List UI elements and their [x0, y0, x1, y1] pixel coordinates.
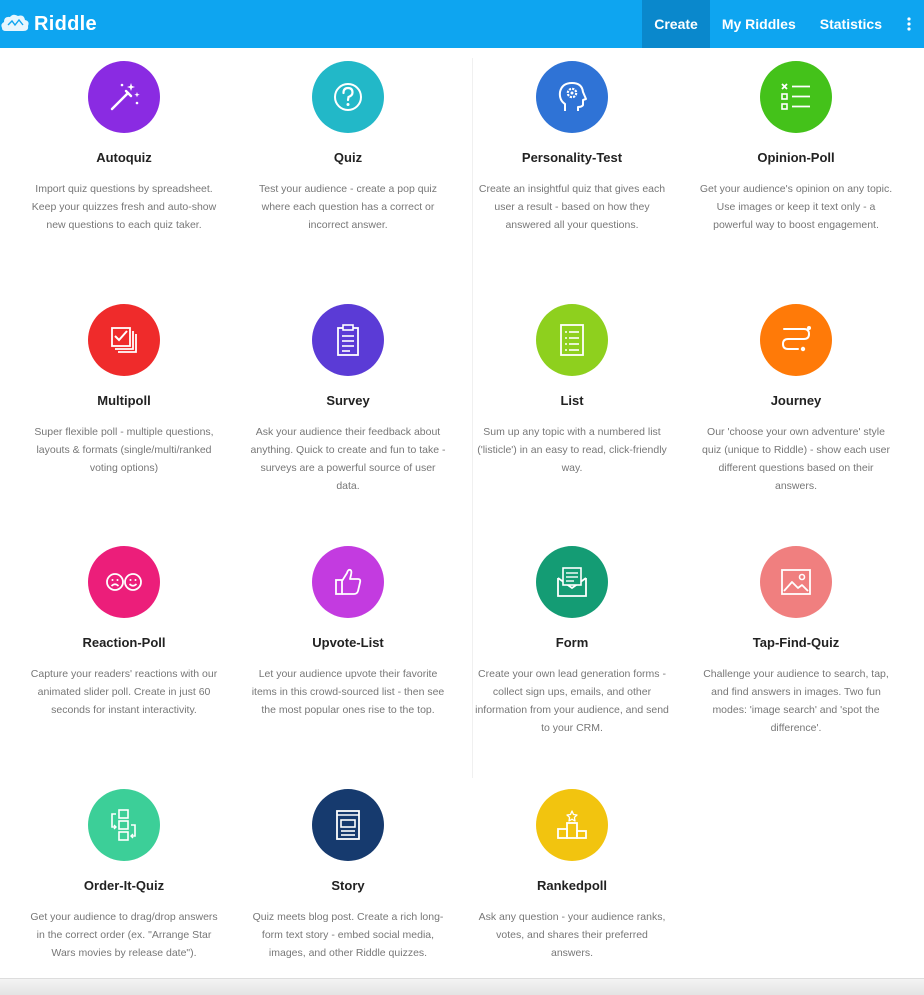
- list-document-icon: [560, 324, 584, 356]
- clipboard-icon: [337, 324, 359, 356]
- head-gear-icon: [558, 82, 587, 111]
- card-autoquiz[interactable]: Autoquiz Import quiz questions by spread…: [26, 61, 222, 234]
- autoquiz-icon-circle: [88, 61, 160, 133]
- reorder-icon: [111, 809, 136, 841]
- checklist-icon: [781, 83, 810, 110]
- card-description: Sum up any topic with a numbered list ('…: [477, 426, 667, 474]
- card-title: Reaction-Poll: [82, 635, 166, 650]
- card-description: Quiz meets blog post. Create a rich long…: [252, 911, 444, 959]
- card-title: Journey: [770, 393, 822, 408]
- card-title: List: [560, 393, 584, 408]
- card-list[interactable]: List Sum up any topic with a numbered li…: [474, 304, 670, 477]
- card-title: Order-It-Quiz: [83, 878, 165, 893]
- riddle-type-grid: Autoquiz Import quiz questions by spread…: [0, 48, 924, 978]
- card-rankedpoll[interactable]: Rankedpoll Ask any question - your audie…: [474, 789, 670, 962]
- column-divider: [472, 58, 473, 778]
- card-title: Quiz: [333, 150, 363, 165]
- card-title: Tap-Find-Quiz: [752, 635, 840, 650]
- reaction-icon-circle: [88, 546, 160, 618]
- opinion-icon-circle: [760, 61, 832, 133]
- magic-wand-icon: [110, 83, 140, 111]
- card-title: Personality-Test: [521, 150, 623, 165]
- card-title: Autoquiz: [96, 150, 152, 165]
- card-title: Form: [555, 635, 589, 650]
- brand[interactable]: Riddle: [0, 0, 97, 48]
- card-journey[interactable]: Journey Our 'choose your own adventure' …: [698, 304, 894, 495]
- stacked-checkbox-icon: [111, 327, 137, 353]
- card-description: Let your audience upvote their favorite …: [251, 668, 445, 716]
- rankedpoll-icon-circle: [536, 789, 608, 861]
- nav-statistics[interactable]: Statistics: [808, 0, 894, 48]
- card-description: Our 'choose your own adventure' style qu…: [702, 426, 890, 492]
- card-description: Get your audience's opinion on any topic…: [699, 183, 893, 231]
- podium-icon: [557, 810, 587, 839]
- riddle-logo-icon: [1, 14, 29, 31]
- book-icon: [336, 810, 360, 840]
- card-title: Story: [331, 878, 365, 893]
- card-description: Challenge your audience to search, tap, …: [703, 668, 889, 734]
- image-icon: [781, 569, 811, 595]
- thumbs-up-icon: [335, 568, 362, 595]
- vertical-dots-icon: [907, 17, 911, 31]
- card-title: Survey: [326, 393, 370, 408]
- card-tap-find-quiz[interactable]: Tap-Find-Quiz Challenge your audience to…: [698, 546, 894, 737]
- card-survey[interactable]: Survey Ask your audience their feedback …: [250, 304, 446, 495]
- card-story[interactable]: Story Quiz meets blog post. Create a ric…: [250, 789, 446, 962]
- window-bottom-edge: [0, 978, 924, 995]
- personality-icon-circle: [536, 61, 608, 133]
- nav-create[interactable]: Create: [642, 0, 710, 48]
- card-description: Get your audience to drag/drop answers i…: [30, 911, 218, 959]
- card-description: Ask your audience their feedback about a…: [250, 426, 446, 492]
- card-personality-test[interactable]: Personality-Test Create an insightful qu…: [474, 61, 670, 234]
- survey-icon-circle: [312, 304, 384, 376]
- story-icon-circle: [312, 789, 384, 861]
- multipoll-icon-circle: [88, 304, 160, 376]
- card-description: Test your audience - create a pop quiz w…: [258, 183, 438, 231]
- card-multipoll[interactable]: Multipoll Super flexible poll - multiple…: [26, 304, 222, 477]
- card-opinion-poll[interactable]: Opinion-Poll Get your audience's opinion…: [698, 61, 894, 234]
- top-navigation-bar: Riddle Create My Riddles Statistics: [0, 0, 924, 48]
- faces-icon: [106, 573, 142, 591]
- card-quiz[interactable]: Quiz Test your audience - create a pop q…: [250, 61, 446, 234]
- card-description: Ask any question - your audience ranks, …: [478, 911, 666, 959]
- card-reaction-poll[interactable]: Reaction-Poll Capture your readers' reac…: [26, 546, 222, 719]
- card-title: Upvote-List: [312, 635, 384, 650]
- card-description: Create your own lead generation forms - …: [475, 668, 669, 734]
- card-order-it-quiz[interactable]: Order-It-Quiz Get your audience to drag/…: [26, 789, 222, 962]
- tapfind-icon-circle: [760, 546, 832, 618]
- list-icon-circle: [536, 304, 608, 376]
- upvote-icon-circle: [312, 546, 384, 618]
- main-nav: Create My Riddles Statistics: [642, 0, 924, 48]
- journey-icon-circle: [760, 304, 832, 376]
- nav-my-riddles[interactable]: My Riddles: [710, 0, 808, 48]
- card-title: Multipoll: [97, 393, 151, 408]
- card-description: Import quiz questions by spreadsheet. Ke…: [31, 183, 217, 231]
- card-title: Rankedpoll: [536, 878, 608, 893]
- card-description: Super flexible poll - multiple questions…: [34, 426, 214, 474]
- app-name: Riddle: [34, 12, 97, 35]
- card-description: Create an insightful quiz that gives eac…: [478, 183, 666, 231]
- envelope-icon: [557, 567, 587, 597]
- form-icon-circle: [536, 546, 608, 618]
- path-icon: [781, 326, 811, 352]
- order-icon-circle: [88, 789, 160, 861]
- card-upvote-list[interactable]: Upvote-List Let your audience upvote the…: [250, 546, 446, 719]
- quiz-icon-circle: [312, 61, 384, 133]
- card-form[interactable]: Form Create your own lead generation for…: [474, 546, 670, 737]
- more-menu-button[interactable]: [894, 0, 924, 48]
- question-icon: [334, 83, 362, 111]
- card-description: Capture your readers' reactions with our…: [30, 668, 218, 716]
- card-title: Opinion-Poll: [757, 150, 835, 165]
